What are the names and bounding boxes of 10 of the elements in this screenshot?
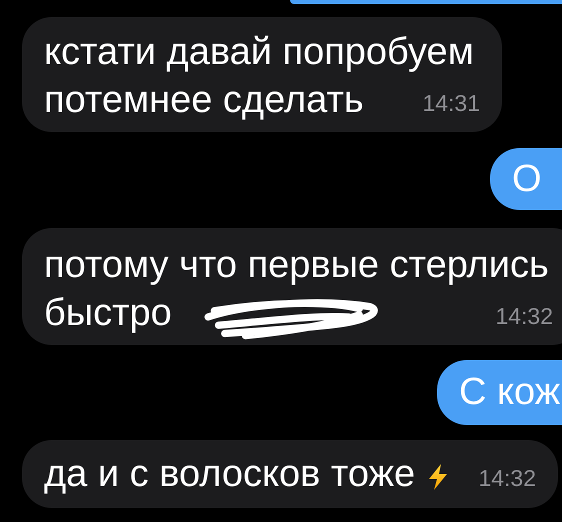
message-time: 14:32 bbox=[495, 302, 553, 330]
message-text: да и с волосков тоже bbox=[44, 452, 416, 497]
message-text: С кож bbox=[459, 370, 560, 415]
message-text: кстати давай попробуем bbox=[44, 30, 474, 75]
message-time: 14:31 bbox=[422, 88, 480, 118]
message-text: потемнее сделать bbox=[44, 78, 364, 123]
message-text: потому что первые стерлись bbox=[44, 243, 549, 288]
message-text: О bbox=[512, 156, 542, 202]
message-text: быстро bbox=[44, 291, 172, 336]
message-time: 14:32 bbox=[478, 464, 536, 492]
